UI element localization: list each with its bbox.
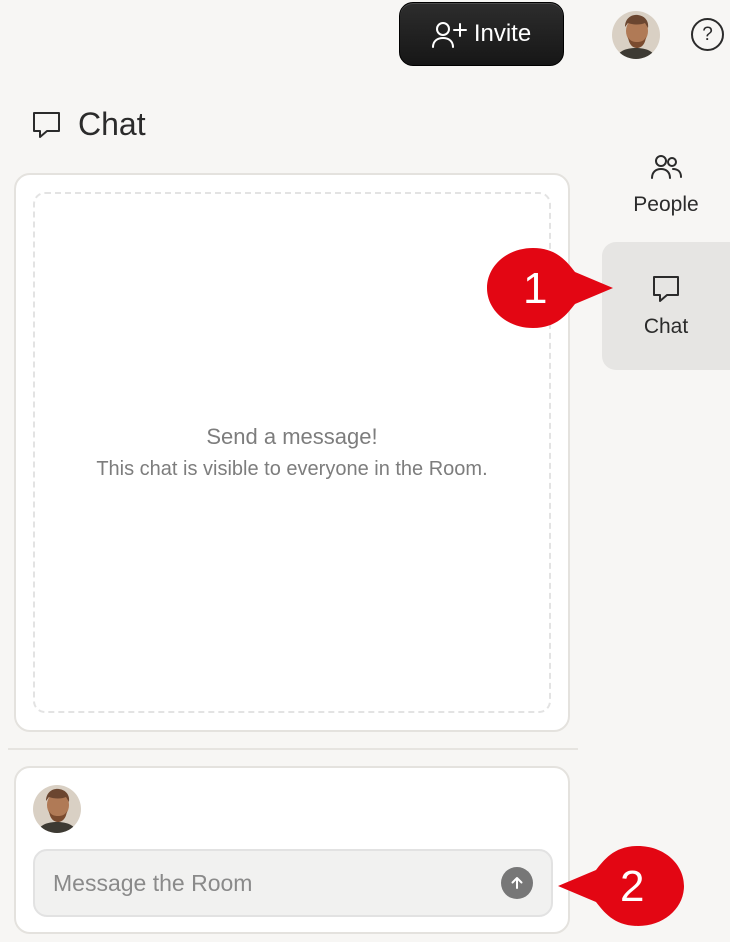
annotation-callout-2: 2 bbox=[556, 846, 684, 926]
user-avatar[interactable] bbox=[612, 11, 660, 59]
empty-state-title: Send a message! bbox=[206, 423, 378, 449]
invite-label: Invite bbox=[473, 20, 532, 47]
send-button[interactable] bbox=[501, 867, 533, 899]
page-title: Chat bbox=[78, 105, 146, 142]
composer-avatar bbox=[33, 785, 81, 833]
divider bbox=[8, 748, 578, 750]
help-icon[interactable]: ? bbox=[691, 18, 724, 51]
tab-chat[interactable]: Chat bbox=[602, 242, 730, 370]
chat-bubble-icon bbox=[653, 276, 679, 302]
callout-number: 1 bbox=[523, 264, 548, 313]
chat-panel-header: Chat bbox=[31, 104, 146, 144]
help-icon-glyph: ? bbox=[702, 23, 713, 45]
tab-people[interactable]: People bbox=[602, 120, 730, 248]
people-icon bbox=[651, 155, 682, 179]
avatar-image bbox=[612, 11, 660, 59]
empty-state-subtitle: This chat is visible to everyone in the … bbox=[96, 457, 488, 480]
annotation-callout-1: 1 bbox=[487, 248, 615, 328]
message-input[interactable] bbox=[53, 869, 501, 897]
chat-bubble-icon bbox=[33, 111, 60, 138]
avatar-image bbox=[33, 785, 81, 833]
tab-people-label: People bbox=[633, 193, 699, 216]
invite-button[interactable]: Invite bbox=[399, 2, 564, 66]
tab-chat-label: Chat bbox=[643, 315, 689, 338]
callout-marker-shape bbox=[487, 248, 613, 328]
add-user-icon bbox=[431, 22, 467, 48]
message-input-wrapper bbox=[33, 849, 553, 917]
message-composer bbox=[14, 766, 570, 934]
callout-number: 2 bbox=[620, 862, 645, 911]
empty-state: Send a message! This chat is visible to … bbox=[33, 192, 551, 713]
arrow-up-icon bbox=[511, 877, 523, 889]
